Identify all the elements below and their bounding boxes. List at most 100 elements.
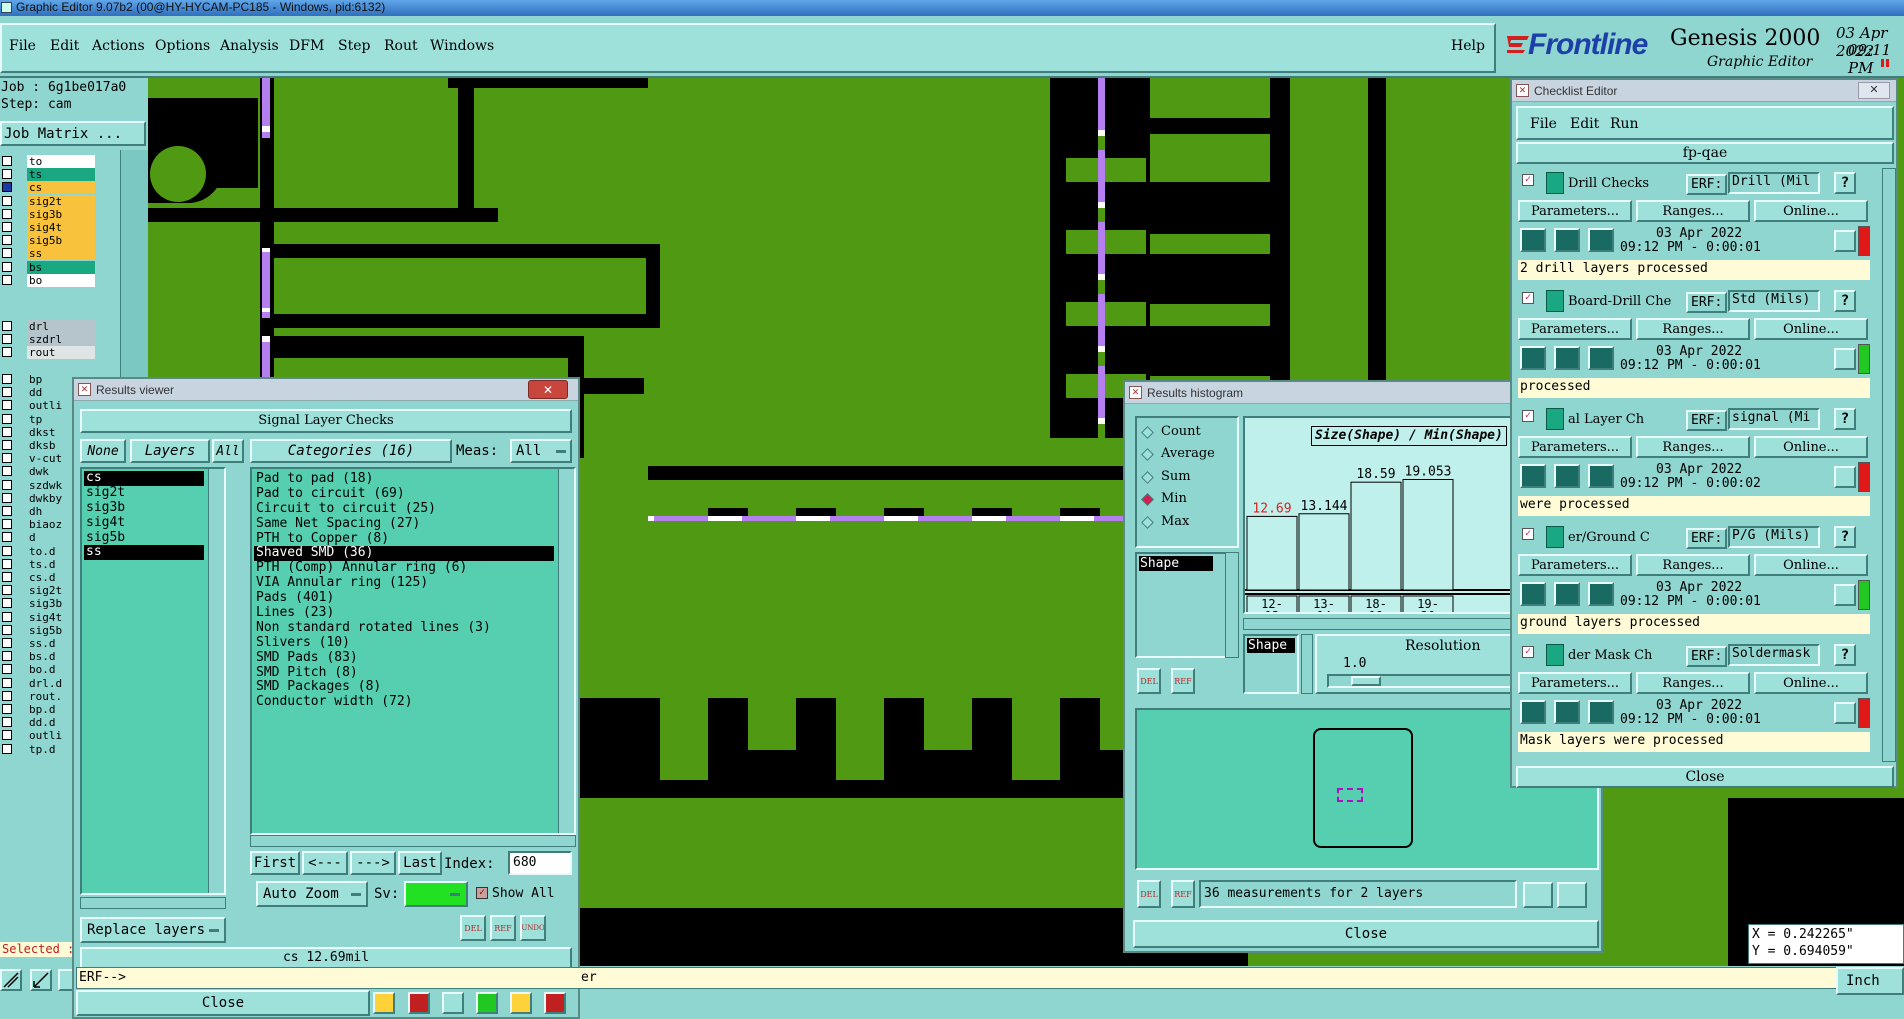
layer-checkbox[interactable] xyxy=(2,261,12,272)
toolbar-icon-3[interactable] xyxy=(442,992,464,1014)
mode-radio[interactable]: Average xyxy=(1141,446,1233,464)
layer-checkbox[interactable] xyxy=(2,519,12,530)
erf-value[interactable]: signal (Mi xyxy=(1728,408,1820,430)
layer-list-item[interactable]: sig5b xyxy=(84,530,204,546)
category-list-item[interactable]: SMD Packages (8) xyxy=(254,680,554,695)
online-button[interactable]: Online... xyxy=(1754,318,1868,340)
shape-list[interactable]: Shape xyxy=(1135,552,1227,658)
category-hscroll[interactable] xyxy=(250,835,576,847)
histogram-icon-1[interactable] xyxy=(1523,882,1553,908)
mode-radio[interactable]: Max xyxy=(1141,514,1233,532)
run-icon[interactable] xyxy=(1520,228,1546,252)
parameters-button[interactable]: Parameters... xyxy=(1518,318,1632,340)
categories-button[interactable]: Categories (16) xyxy=(250,439,452,463)
layer-checkbox[interactable] xyxy=(2,400,12,411)
stop-icon[interactable] xyxy=(1588,700,1614,724)
layer-checkbox[interactable] xyxy=(2,743,12,754)
layer-row[interactable]: to xyxy=(0,155,120,168)
undo-button[interactable]: UNDO xyxy=(520,915,546,941)
category-list-item[interactable]: Pad to pad (18) xyxy=(254,471,554,487)
check-mark-icon[interactable]: ✓ xyxy=(1522,410,1534,422)
histogram-ref-button[interactable]: REF xyxy=(1171,668,1195,694)
layer-checkbox[interactable] xyxy=(2,479,12,490)
layer-row[interactable]: sig5b xyxy=(0,234,120,248)
layer-checkbox[interactable] xyxy=(2,387,12,398)
parameters-button[interactable]: Parameters... xyxy=(1518,436,1632,458)
layer-checkbox[interactable] xyxy=(2,532,12,543)
run-icon[interactable] xyxy=(1520,464,1546,488)
histogram-bar[interactable] xyxy=(1298,513,1350,591)
stop-icon[interactable] xyxy=(1588,464,1614,488)
online-button[interactable]: Online... xyxy=(1754,554,1868,576)
category-list-item[interactable]: PTH (Comp) Annular ring (6) xyxy=(254,560,554,576)
replace-layers-dropdown[interactable]: Replace layers xyxy=(80,917,226,943)
category-list-item[interactable]: SMD Pads (83) xyxy=(254,650,554,666)
category-list-item[interactable]: Slivers (10) xyxy=(254,635,554,651)
auto-zoom-dropdown[interactable]: Auto Zoom xyxy=(256,881,368,907)
parameters-button[interactable]: Parameters... xyxy=(1518,672,1632,694)
category-list-item[interactable]: Pad to circuit (69) xyxy=(254,486,554,502)
menu-windows[interactable]: Windows xyxy=(430,38,494,54)
zoom-icon[interactable] xyxy=(1834,230,1856,252)
zoom-icon[interactable] xyxy=(1834,584,1856,606)
run-all-icon[interactable] xyxy=(1554,582,1580,606)
layer-row[interactable]: sig3b xyxy=(0,207,120,221)
parameters-button[interactable]: Parameters... xyxy=(1518,200,1632,222)
histogram-bar[interactable] xyxy=(1350,481,1402,591)
check-mark-icon[interactable]: ✓ xyxy=(1522,646,1534,658)
layer-checkbox[interactable] xyxy=(2,169,12,180)
index-input[interactable]: 680 xyxy=(508,851,572,875)
layer-checkbox[interactable] xyxy=(2,248,12,259)
category-list-item[interactable]: VIA Annular ring (125) xyxy=(254,575,554,591)
layer-checkbox[interactable] xyxy=(2,208,12,219)
layer-checkbox[interactable] xyxy=(2,466,12,477)
next-button[interactable]: ---> xyxy=(350,851,396,875)
layer-list-item[interactable]: sig2t xyxy=(84,485,204,501)
erf-prompt-bar[interactable]: ERF--> xyxy=(76,967,1904,989)
layer-row[interactable]: szdrl xyxy=(0,333,120,347)
toolbar-icon-1[interactable] xyxy=(373,992,395,1014)
run-icon[interactable] xyxy=(1520,700,1546,724)
ref-button[interactable]: REF xyxy=(490,915,516,941)
sv-color-dropdown[interactable] xyxy=(404,881,468,907)
checklist-menu-run[interactable]: Run xyxy=(1610,116,1639,132)
erf-value[interactable]: Drill (Mil xyxy=(1728,172,1820,194)
category-list-item[interactable]: Pads (401) xyxy=(254,590,554,606)
ranges-button[interactable]: Ranges... xyxy=(1636,436,1750,458)
checklist-menu-edit[interactable]: Edit xyxy=(1570,116,1599,132)
layer-row[interactable]: sig2t xyxy=(0,194,120,208)
menu-actions[interactable]: Actions xyxy=(92,38,145,54)
toolbar-icon-5[interactable] xyxy=(510,992,532,1014)
action-icon[interactable] xyxy=(1546,644,1564,666)
histogram-bar[interactable] xyxy=(1246,515,1298,591)
toolbar-icon-6[interactable] xyxy=(544,992,566,1014)
checklist-item-name[interactable]: er/Ground C xyxy=(1568,530,1688,545)
layer-list[interactable]: cs sig2t sig3b sig4t sig5b ss xyxy=(80,467,226,895)
online-button[interactable]: Online... xyxy=(1754,200,1868,222)
job-matrix-button[interactable]: Job Matrix ... xyxy=(0,121,146,146)
layer-row[interactable]: cs xyxy=(0,181,120,195)
action-icon[interactable] xyxy=(1546,408,1564,430)
shape-list-item[interactable]: Shape xyxy=(1139,556,1213,571)
ranges-button[interactable]: Ranges... xyxy=(1636,200,1750,222)
checklist-item-name[interactable]: Board-Drill Che xyxy=(1568,294,1688,309)
toolbar-icon-4[interactable] xyxy=(476,992,498,1014)
meas-dropdown[interactable]: All xyxy=(510,439,572,463)
first-button[interactable]: First xyxy=(250,851,300,875)
layer-row[interactable]: bo xyxy=(0,273,120,287)
layer-checkbox[interactable] xyxy=(2,730,12,741)
layer-list-item[interactable]: sig3b xyxy=(84,500,204,516)
menu-help[interactable]: Help xyxy=(1451,38,1485,54)
stop-icon[interactable] xyxy=(1588,228,1614,252)
layer-checkbox[interactable] xyxy=(2,156,12,166)
resolution-slider-thumb[interactable] xyxy=(1351,676,1381,686)
checklist-item-name[interactable]: der Mask Ch xyxy=(1568,648,1688,663)
layer-checkbox[interactable] xyxy=(2,374,12,384)
run-all-icon[interactable] xyxy=(1554,464,1580,488)
preview-del-button[interactable]: DEL xyxy=(1137,880,1161,908)
action-icon[interactable] xyxy=(1546,172,1564,194)
run-icon[interactable] xyxy=(1520,582,1546,606)
run-all-icon[interactable] xyxy=(1554,346,1580,370)
ranges-button[interactable]: Ranges... xyxy=(1636,318,1750,340)
layer-hscroll[interactable] xyxy=(80,897,226,909)
